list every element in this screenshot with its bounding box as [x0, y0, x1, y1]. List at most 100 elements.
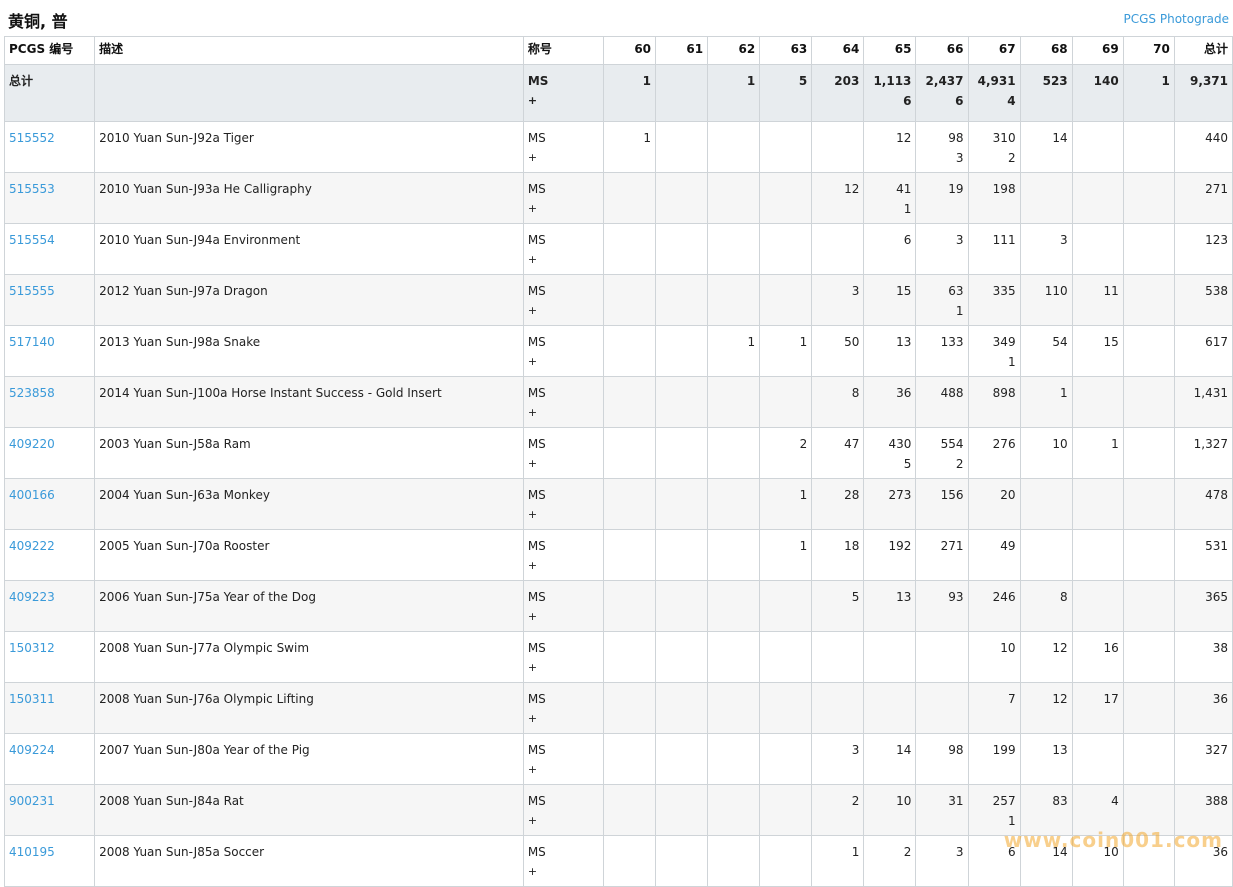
designation-grade-prefix: MS [527, 386, 546, 400]
grade-count: 1 [1111, 437, 1119, 451]
grade-plus-count: 6 [955, 94, 964, 108]
column-header-description[interactable]: 描述 [94, 36, 524, 65]
grade-count: 98 [948, 743, 964, 757]
column-header-grade-63[interactable]: 63 [759, 36, 813, 65]
grade-count: 3 [851, 743, 860, 757]
grade-count: 83 [1052, 794, 1068, 808]
grade-cell-66: 133 [915, 325, 969, 377]
designation-grade-prefix: MS [527, 845, 546, 859]
grade-cell-60 [602, 733, 657, 785]
pcgs-number-cell: 515555 [3, 274, 96, 326]
grade-count: 2,437 [925, 74, 964, 88]
column-header-grade-62[interactable]: 62 [707, 36, 761, 65]
pcgs-number-cell: 409220 [3, 427, 96, 479]
pcgs-number-link[interactable]: 409223 [9, 590, 55, 604]
designation-cell: MS + [522, 631, 604, 683]
designation-plus: + [527, 94, 538, 107]
designation-cell: MS + [522, 121, 604, 173]
pcgs-number-link[interactable]: 400166 [9, 488, 55, 502]
grade-cell-69: 15 [1071, 325, 1124, 377]
grade-cell-68: 14 [1019, 121, 1073, 173]
pcgs-number-link[interactable]: 900231 [9, 794, 55, 808]
grade-count: 1 [799, 539, 808, 553]
grade-count: 3 [851, 284, 860, 298]
designation-plus: + [527, 304, 538, 317]
grade-cell-68: 54 [1019, 325, 1073, 377]
grade-cell-67: 10 [967, 631, 1021, 683]
pcgs-number-link[interactable]: 517140 [9, 335, 55, 349]
pcgs-number-link[interactable]: 150312 [9, 641, 55, 655]
grade-count: 203 [834, 74, 860, 88]
population-table: PCGS 编号 描述 称号 60 61 62 63 64 65 66 67 68 69 70 总计 总… [3, 36, 1233, 887]
pcgs-number-link[interactable]: 515552 [9, 131, 55, 145]
description-cell: 2004 Yuan Sun-J63a Monkey [94, 478, 524, 530]
grade-count: 335 [992, 284, 1016, 298]
grade-cell-64: 28 [811, 478, 865, 530]
table-row: 150311 2008 Yuan Sun-J76a Olympic Lifting… [3, 682, 1233, 734]
designation-plus: + [527, 661, 538, 674]
column-header-designation[interactable]: 称号 [522, 36, 604, 65]
column-header-grade-60[interactable]: 60 [602, 36, 657, 65]
pcgs-number-link[interactable]: 150311 [9, 692, 55, 706]
grade-cell-70 [1122, 631, 1175, 683]
grade-count: 7 [1007, 692, 1016, 706]
grade-cell-61 [655, 427, 709, 479]
designation-cell: MS + [522, 427, 604, 479]
grade-count: 5 [798, 74, 808, 88]
column-header-grade-68[interactable]: 68 [1019, 36, 1073, 65]
designation-grade-prefix: MS [527, 182, 546, 196]
grade-cell-68: 1 [1019, 376, 1073, 428]
grade-cell-60 [602, 427, 657, 479]
table-row: 515553 2010 Yuan Sun-J93a He Calligraphy M… [3, 172, 1233, 224]
grade-cell-65 [863, 631, 917, 683]
grade-cell-66: 554 2 [915, 427, 969, 479]
grade-count: 430 [888, 437, 912, 451]
grade-cell-64: 2 [811, 784, 865, 836]
grade-cell-65: 2 [863, 835, 917, 887]
designation-grade-prefix: MS [527, 590, 546, 604]
pcgs-photograde-link[interactable]: PCGS Photograde [1124, 12, 1229, 26]
column-header-grade-70[interactable]: 70 [1122, 36, 1175, 65]
designation-grade-prefix: MS [527, 233, 546, 247]
column-header-grade-64[interactable]: 64 [811, 36, 865, 65]
grade-cell-61 [655, 682, 709, 734]
grade-count: 192 [888, 539, 912, 553]
grade-cell-64: 3 [811, 733, 865, 785]
pcgs-number-link[interactable]: 409220 [9, 437, 55, 451]
grade-count: 11 [1103, 284, 1119, 298]
row-total-cell: 365 [1173, 580, 1233, 632]
grade-cell-66: 156 [915, 478, 969, 530]
grade-cell-64 [811, 121, 865, 173]
pcgs-number-link[interactable]: 515554 [9, 233, 55, 247]
grade-count: 13 [896, 335, 912, 349]
total-grade-cell-62: 1 [707, 64, 761, 122]
grade-cell-66 [915, 631, 969, 683]
grade-cell-68 [1019, 529, 1073, 581]
pcgs-number-cell: 515554 [3, 223, 96, 275]
row-total-cell: 531 [1173, 529, 1233, 581]
grade-cell-60 [602, 172, 657, 224]
grade-cell-67: 199 [967, 733, 1021, 785]
grade-count: 1 [851, 845, 860, 859]
description-cell: 2010 Yuan Sun-J92a Tiger [94, 121, 524, 173]
column-header-total[interactable]: 总计 [1173, 36, 1233, 65]
pcgs-number-link[interactable]: 410195 [9, 845, 55, 859]
column-header-grade-69[interactable]: 69 [1071, 36, 1124, 65]
pcgs-number-link[interactable]: 515555 [9, 284, 55, 298]
grade-count: 271 [940, 539, 964, 553]
table-row: 409220 2003 Yuan Sun-J58a Ram MS +2 47 430 5 55… [3, 427, 1233, 479]
designation-cell: MS + [522, 274, 604, 326]
column-header-pcgs-no[interactable]: PCGS 编号 [3, 36, 96, 65]
pcgs-number-link[interactable]: 515553 [9, 182, 55, 196]
column-header-grade-66[interactable]: 66 [915, 36, 969, 65]
column-header-grade-65[interactable]: 65 [863, 36, 917, 65]
column-header-grade-61[interactable]: 61 [655, 36, 709, 65]
grade-cell-63: 1 [759, 478, 813, 530]
grade-cell-70 [1122, 376, 1175, 428]
pcgs-number-link[interactable]: 523858 [9, 386, 55, 400]
grade-cell-68: 8 [1019, 580, 1073, 632]
column-header-grade-67[interactable]: 67 [967, 36, 1021, 65]
pcgs-number-link[interactable]: 409222 [9, 539, 55, 553]
grand-total-cell: 9,371 [1173, 64, 1233, 122]
pcgs-number-link[interactable]: 409224 [9, 743, 55, 757]
